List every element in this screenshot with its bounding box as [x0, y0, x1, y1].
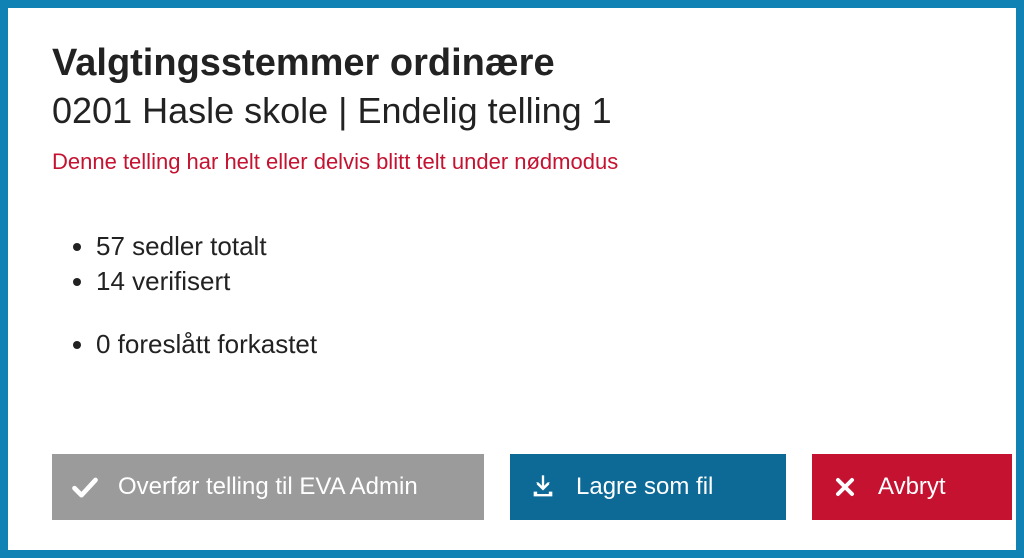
transfer-button-label: Overfør telling til EVA Admin [118, 473, 418, 501]
stat-verified: 14 verifisert [96, 264, 972, 299]
transfer-button[interactable]: Overfør telling til EVA Admin [52, 454, 484, 520]
save-button[interactable]: Lagre som fil [510, 454, 786, 520]
check-icon [70, 472, 100, 502]
download-icon [528, 472, 558, 502]
stat-proposed-rejected: 0 foreslått forkastet [96, 327, 972, 362]
page-subtitle: 0201 Hasle skole | Endelig telling 1 [52, 88, 972, 133]
dialog-panel: Valgtingsstemmer ordinære 0201 Hasle sko… [8, 8, 1016, 550]
warning-message: Denne telling har helt eller delvis blit… [52, 149, 972, 175]
cancel-button-label: Avbryt [878, 473, 946, 501]
page-title: Valgtingsstemmer ordinære [52, 42, 972, 86]
stat-total: 57 sedler totalt [96, 229, 972, 264]
close-icon [830, 472, 860, 502]
stats-section: 57 sedler totalt 14 verifisert 0 foreslå… [76, 229, 972, 362]
save-button-label: Lagre som fil [576, 473, 713, 501]
cancel-button[interactable]: Avbryt [812, 454, 1012, 520]
action-bar: Overfør telling til EVA Admin Lagre som … [52, 454, 972, 520]
stat-spacer [96, 299, 972, 327]
